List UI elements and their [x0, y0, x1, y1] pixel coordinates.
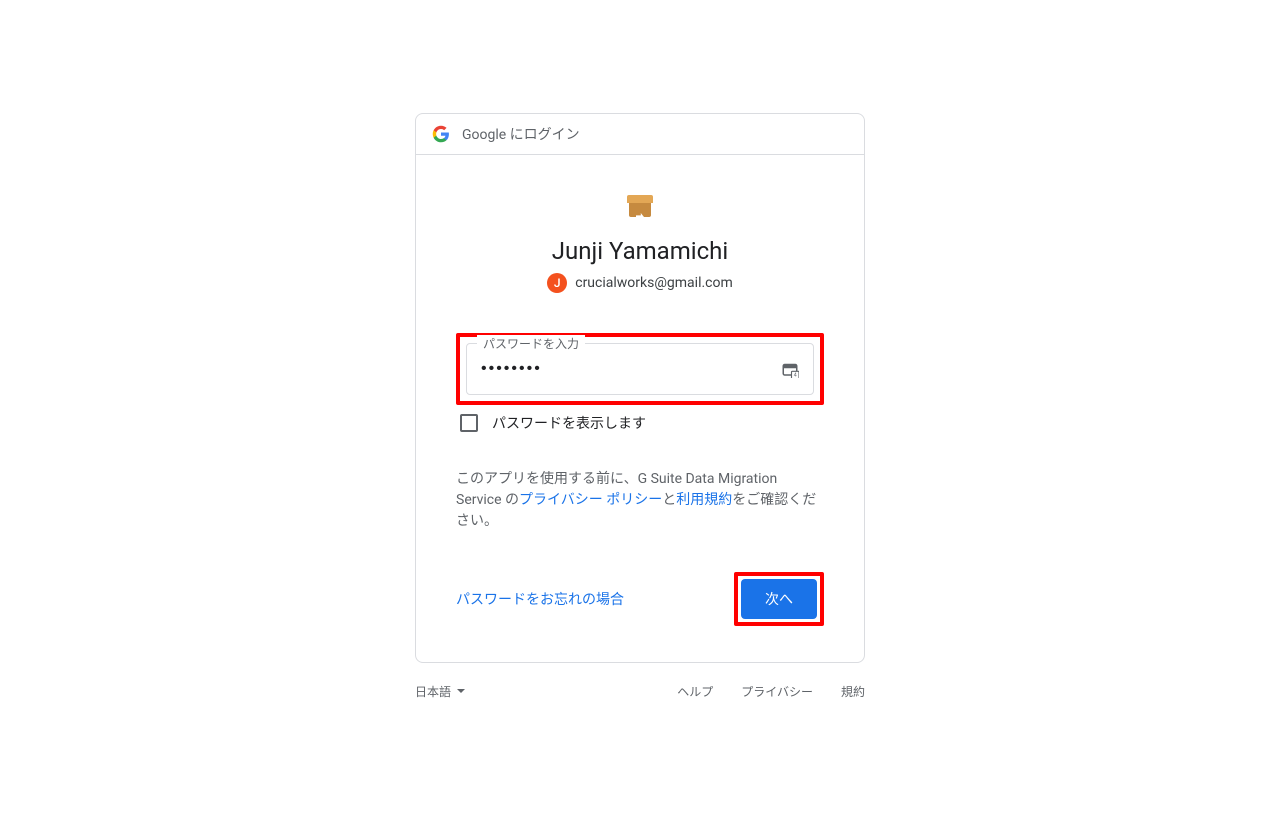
user-name: Junji Yamamichi: [456, 237, 824, 265]
next-button[interactable]: 次へ: [741, 579, 817, 619]
show-password-row: パスワードを表示します: [456, 413, 824, 433]
password-label: パスワードを入力: [477, 335, 585, 352]
google-logo-icon: [432, 125, 450, 143]
terms-link[interactable]: 利用規約: [676, 492, 732, 508]
footer-links: ヘルプ プライバシー 規約: [677, 683, 865, 700]
password-input[interactable]: [481, 360, 781, 378]
next-button-highlight: 次へ: [734, 572, 824, 626]
footer: 日本語 ヘルプ プライバシー 規約: [415, 663, 865, 720]
svg-text:4: 4: [794, 372, 797, 378]
language-selector[interactable]: 日本語: [415, 683, 465, 700]
caret-down-icon: [457, 689, 465, 693]
disclaimer-and: と: [662, 492, 676, 508]
actions-row: パスワードをお忘れの場合 次へ: [456, 572, 824, 626]
migration-service-icon: [456, 195, 824, 221]
password-highlight: パスワードを入力 4: [456, 333, 824, 405]
privacy-link[interactable]: プライバシー: [741, 683, 813, 700]
show-password-label: パスワードを表示します: [492, 413, 646, 433]
signin-card: Google にログイン Junji Yamamichi J crucialwo…: [415, 113, 865, 663]
card-header: Google にログイン: [416, 114, 864, 155]
language-label: 日本語: [415, 683, 451, 700]
privacy-policy-link[interactable]: プライバシー ポリシー: [519, 492, 662, 508]
show-password-checkbox[interactable]: [460, 414, 478, 432]
account-chip: J crucialworks@gmail.com: [456, 273, 824, 293]
password-field-container: パスワードを入力 4: [466, 343, 814, 395]
card-body: Junji Yamamichi J crucialworks@gmail.com…: [416, 155, 864, 662]
avatar: J: [547, 273, 567, 293]
forgot-password-link[interactable]: パスワードをお忘れの場合: [456, 589, 624, 609]
help-link[interactable]: ヘルプ: [677, 683, 713, 700]
account-email: crucialworks@gmail.com: [575, 275, 733, 291]
disclaimer-text: このアプリを使用する前に、G Suite Data Migration Serv…: [456, 469, 824, 532]
terms-footer-link[interactable]: 規約: [841, 683, 865, 700]
header-login-text: Google にログイン: [462, 124, 580, 144]
password-manager-icon[interactable]: 4: [781, 360, 799, 378]
